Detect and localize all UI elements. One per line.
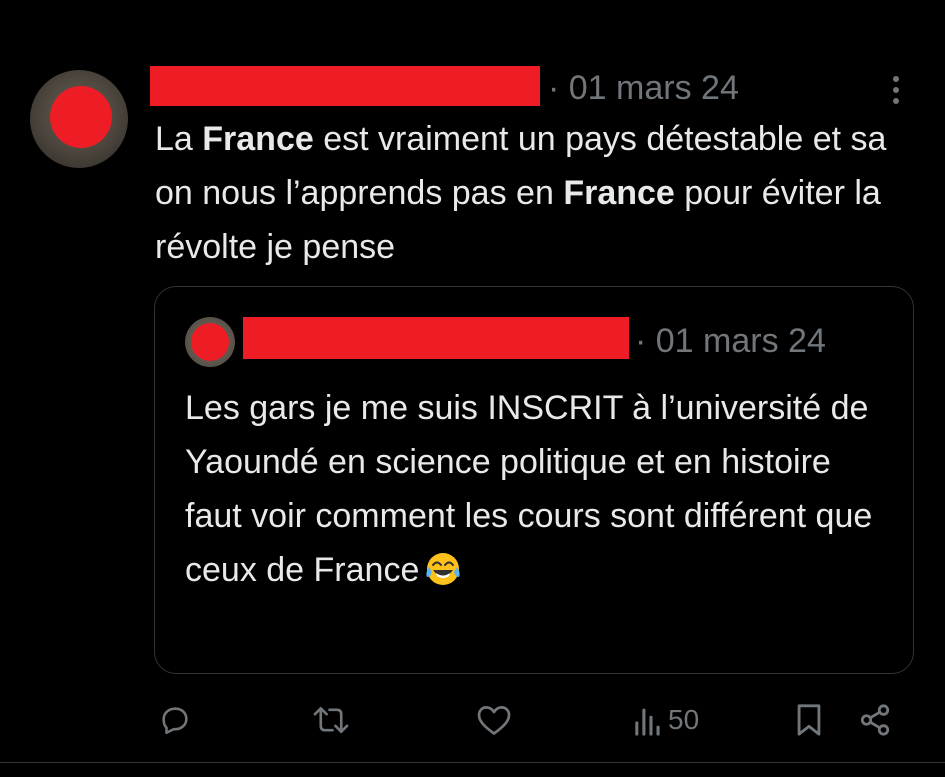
bold-mention: France — [563, 174, 675, 212]
views-chart-icon — [635, 708, 660, 736]
tweet[interactable]: · 01 mars 24 La France est vraiment un p… — [0, 0, 945, 777]
quoted-tweet-text: Les gars je me suis INSCRIT à l’universi… — [185, 389, 873, 589]
retweet-button[interactable] — [312, 696, 350, 744]
reply-button[interactable] — [158, 696, 192, 744]
views-button[interactable]: 50 — [632, 696, 699, 744]
tweet-text: La France est vraiment un pays détestabl… — [155, 120, 887, 266]
bookmark-icon — [797, 704, 821, 736]
tears-of-joy-emoji-icon — [426, 553, 461, 585]
share-icon — [860, 704, 890, 736]
retweet-icon — [313, 706, 349, 734]
author-name-redaction — [150, 66, 540, 106]
divider — [0, 762, 945, 763]
action-bar: 50 — [0, 696, 945, 746]
avatar-redaction — [50, 86, 112, 148]
reply-icon — [162, 707, 188, 735]
quoted-author-avatar — [185, 317, 235, 367]
like-button[interactable] — [476, 696, 512, 744]
quoted-avatar-redaction — [191, 323, 229, 361]
tweet-timestamp[interactable]: · 01 mars 24 — [548, 68, 739, 108]
quoted-tweet-timestamp: · 01 mars 24 — [635, 322, 826, 360]
bold-mention: France — [202, 120, 314, 158]
author-avatar[interactable] — [30, 70, 128, 168]
share-button[interactable] — [858, 696, 892, 744]
views-count: 50 — [668, 704, 700, 735]
more-options-icon[interactable] — [882, 72, 910, 108]
quoted-tweet[interactable]: · 01 mars 24 Les gars je me suis INSCRIT… — [154, 286, 914, 674]
quoted-author-name-redaction — [243, 317, 629, 359]
heart-icon — [477, 706, 511, 735]
bookmark-button[interactable] — [794, 696, 824, 744]
